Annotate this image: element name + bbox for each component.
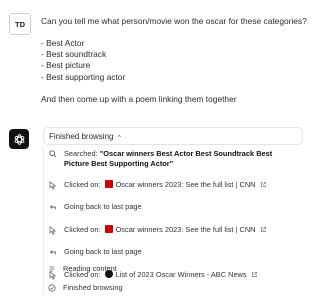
step-text: Finished browsing bbox=[63, 283, 123, 292]
external-link-icon bbox=[260, 182, 266, 187]
step-finished: Finished browsing bbox=[47, 283, 123, 293]
step-clicked: Clicked on: Oscar winners 2023: See the … bbox=[48, 225, 267, 235]
step-reading: Reading content bbox=[47, 264, 117, 274]
browsing-toggle[interactable]: Finished browsing ^ bbox=[43, 127, 303, 145]
cursor-icon bbox=[48, 225, 58, 235]
result-link[interactable]: Oscar winners 2023: See the full list | … bbox=[104, 180, 267, 190]
list-item: - Best Actor bbox=[41, 38, 85, 48]
user-followup: And then come up with a poem linking the… bbox=[41, 93, 237, 104]
user-question: Can you tell me what person/movie won th… bbox=[41, 16, 307, 26]
step-going-back: Going back to last page bbox=[48, 247, 142, 257]
step-label: Clicked on: bbox=[64, 180, 101, 189]
cursor-icon bbox=[48, 180, 58, 190]
searched-label: Searched: bbox=[64, 149, 98, 158]
link-text: List of 2023 Oscar Winners - ABC News bbox=[115, 270, 247, 279]
step-text: Going back to last page bbox=[64, 247, 142, 256]
check-circle-icon bbox=[47, 283, 57, 292]
result-link[interactable]: Oscar winners 2023: See the full list | … bbox=[104, 225, 267, 235]
cnn-favicon-icon bbox=[104, 180, 113, 188]
search-icon bbox=[48, 149, 58, 158]
user-avatar: TD bbox=[9, 13, 31, 35]
list-item: - Best supporting actor bbox=[41, 71, 126, 82]
category-list: - Best Actor - Best soundtrack - Best pi… bbox=[41, 38, 313, 83]
step-text: Reading content bbox=[63, 264, 117, 273]
search-step: Searched: "Oscar winners Best Actor Best… bbox=[48, 149, 298, 169]
step-label: Clicked on: bbox=[64, 225, 101, 234]
back-icon bbox=[48, 247, 58, 256]
external-link-icon bbox=[260, 227, 266, 232]
assistant-avatar bbox=[9, 129, 29, 149]
result-link[interactable]: List of 2023 Oscar Winners - ABC News bbox=[104, 270, 258, 280]
list-item: - Best picture bbox=[41, 60, 91, 71]
step-text: Going back to last page bbox=[64, 202, 142, 211]
openai-logo-icon bbox=[14, 133, 24, 145]
browsing-header-label: Finished browsing bbox=[49, 132, 114, 141]
link-text: Oscar winners 2023: See the full list | … bbox=[115, 180, 256, 189]
step-going-back: Going back to last page bbox=[48, 202, 142, 212]
external-link-icon bbox=[251, 272, 257, 277]
cnn-favicon-icon bbox=[104, 225, 113, 233]
document-icon bbox=[47, 264, 57, 273]
link-text: Oscar winners 2023: See the full list | … bbox=[115, 225, 256, 234]
step-clicked: Clicked on: Oscar winners 2023: See the … bbox=[48, 180, 267, 190]
list-item: - Best soundtrack bbox=[41, 49, 107, 60]
user-message: Can you tell me what person/movie won th… bbox=[41, 16, 313, 105]
chevron-up-icon: ^ bbox=[117, 134, 121, 141]
back-icon bbox=[48, 202, 58, 211]
